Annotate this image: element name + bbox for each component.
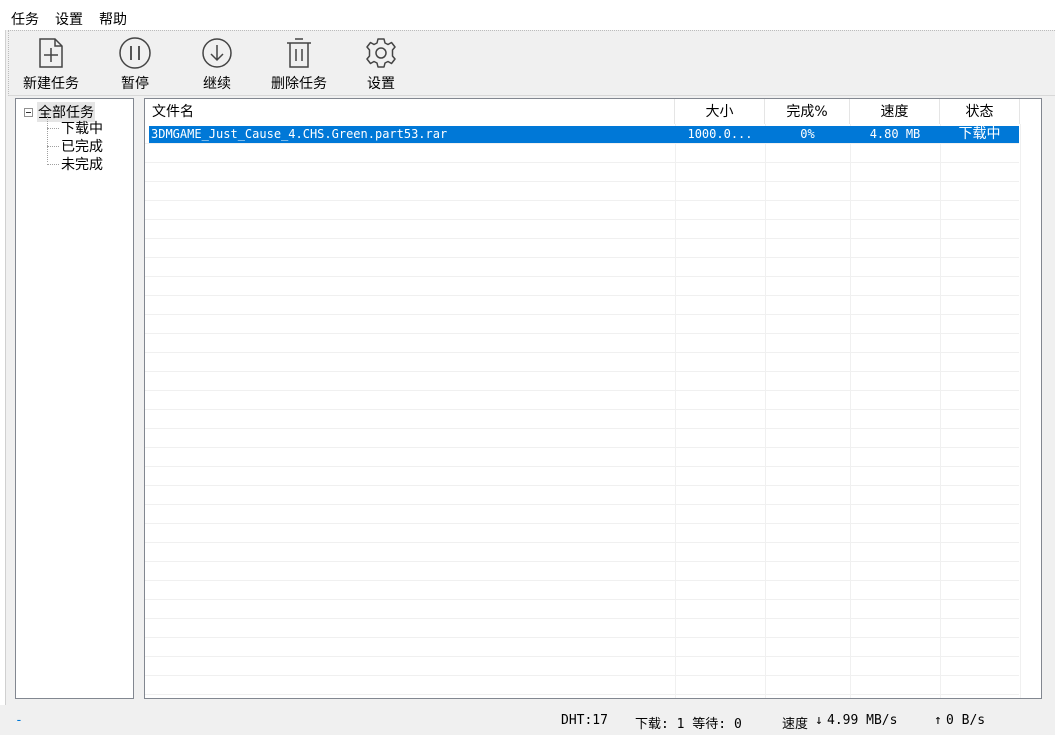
delete-task-button[interactable]: 删除任务 xyxy=(257,31,341,95)
tree-item-incomplete[interactable]: 未完成 xyxy=(47,154,103,174)
resume-label: 继续 xyxy=(203,76,231,92)
column-header-size[interactable]: 大小 xyxy=(675,99,765,124)
menu-task[interactable]: 任务 xyxy=(11,9,39,29)
menu-settings[interactable]: 设置 xyxy=(55,9,83,29)
toolbar: 新建任务 暂停 继续 删除任务 设置 xyxy=(8,30,1055,96)
tree-item-label: 已完成 xyxy=(61,139,103,155)
grid-row-line xyxy=(145,466,1019,467)
grid-row-line xyxy=(145,409,1019,410)
grid-row-line xyxy=(145,295,1019,296)
cell-progress: 0% xyxy=(800,127,815,141)
status-upload-speed: 0 B/s xyxy=(946,713,986,728)
status-speed-label: 速度 xyxy=(782,717,809,732)
grid-row-line xyxy=(145,162,1019,163)
settings-button[interactable]: 设置 xyxy=(339,31,423,95)
table-row[interactable]: 3DMGAME_Just_Cause_4.CHS.Green.part53.ra… xyxy=(149,126,1019,143)
new-task-icon xyxy=(39,38,63,68)
grid-row-line xyxy=(145,238,1019,239)
list-header: 文件名 大小 完成% 速度 状态 xyxy=(145,99,1041,124)
grid-column-line xyxy=(850,124,851,698)
grid-row-line xyxy=(145,542,1019,543)
new-task-label: 新建任务 xyxy=(23,76,79,92)
cell-size: 1000.0... xyxy=(687,127,753,141)
grid-column-line xyxy=(675,124,676,698)
pause-icon xyxy=(119,37,151,69)
tree-item-label: 未完成 xyxy=(61,157,103,173)
grid-row-line xyxy=(145,485,1019,486)
grid-row-line xyxy=(145,599,1019,600)
grid-row-line xyxy=(145,694,1019,695)
grid-row-line xyxy=(145,314,1019,315)
status-bar: - DHT:17 下载: 1 等待: 0 速度 ↓ 4.99 MB/s ↑ 0 … xyxy=(0,705,1055,735)
grid-row-line xyxy=(145,143,1019,144)
collapse-icon[interactable] xyxy=(24,107,33,117)
category-tree: 全部任务 下载中 已完成 未完成 xyxy=(15,98,134,699)
settings-label: 设置 xyxy=(367,76,395,92)
delete-task-label: 删除任务 xyxy=(271,76,327,92)
pause-button[interactable]: 暂停 xyxy=(93,31,177,95)
task-list[interactable]: 文件名 大小 完成% 速度 状态 3DMGAME_Just_Cause_4.CH… xyxy=(144,98,1042,699)
tree-item-completed[interactable]: 已完成 xyxy=(47,136,103,156)
resume-button[interactable]: 继续 xyxy=(175,31,259,95)
tree-item-label: 下载中 xyxy=(61,121,103,137)
cell-speed: 4.80 MB xyxy=(869,127,921,141)
grid-row-line xyxy=(145,333,1019,334)
gear-icon xyxy=(366,38,396,68)
status-dht: DHT:17 xyxy=(561,713,608,728)
column-header-progress[interactable]: 完成% xyxy=(765,99,850,124)
grid-row-line xyxy=(145,561,1019,562)
tree-item-downloading[interactable]: 下载中 xyxy=(47,118,103,138)
grid-row-line xyxy=(145,276,1019,277)
upload-arrow-icon: ↑ xyxy=(934,713,942,728)
grid-row-line xyxy=(145,580,1019,581)
column-header-filename[interactable]: 文件名 xyxy=(145,99,675,124)
grid-row-line xyxy=(145,447,1019,448)
status-left-mark: - xyxy=(15,713,23,728)
column-header-status[interactable]: 状态 xyxy=(940,99,1020,124)
grid-column-line xyxy=(765,124,766,698)
pause-label: 暂停 xyxy=(121,76,149,92)
resume-icon xyxy=(202,38,232,68)
cell-filename: 3DMGAME_Just_Cause_4.CHS.Green.part53.ra… xyxy=(151,127,448,141)
menu-help[interactable]: 帮助 xyxy=(99,9,127,29)
grid-column-line xyxy=(1020,124,1021,698)
grid-row-line xyxy=(145,352,1019,353)
background-window-edge xyxy=(0,30,6,705)
grid-row-line xyxy=(145,675,1019,676)
grid-row-line xyxy=(145,390,1019,391)
grid-row-line xyxy=(145,656,1019,657)
menu-bar: 任务 设置 帮助 xyxy=(0,0,1055,30)
grid-column-line xyxy=(940,124,941,698)
grid-row-line xyxy=(145,181,1019,182)
status-queue: 下载: 1 等待: 0 xyxy=(635,717,742,732)
trash-icon xyxy=(287,38,311,68)
status-download-speed: 4.99 MB/s xyxy=(827,713,898,728)
grid-row-line xyxy=(145,428,1019,429)
grid-row-line xyxy=(145,637,1019,638)
grid-row-line xyxy=(145,504,1019,505)
download-arrow-icon: ↓ xyxy=(815,713,823,728)
grid-row-line xyxy=(145,257,1019,258)
grid-row-line xyxy=(145,200,1019,201)
new-task-button[interactable]: 新建任务 xyxy=(9,31,93,95)
grid-row-line xyxy=(145,523,1019,524)
grid-row-line xyxy=(145,219,1019,220)
cell-status: 下载中 xyxy=(958,126,1001,142)
column-header-speed[interactable]: 速度 xyxy=(850,99,940,124)
grid-row-line xyxy=(145,371,1019,372)
grid-row-line xyxy=(145,618,1019,619)
